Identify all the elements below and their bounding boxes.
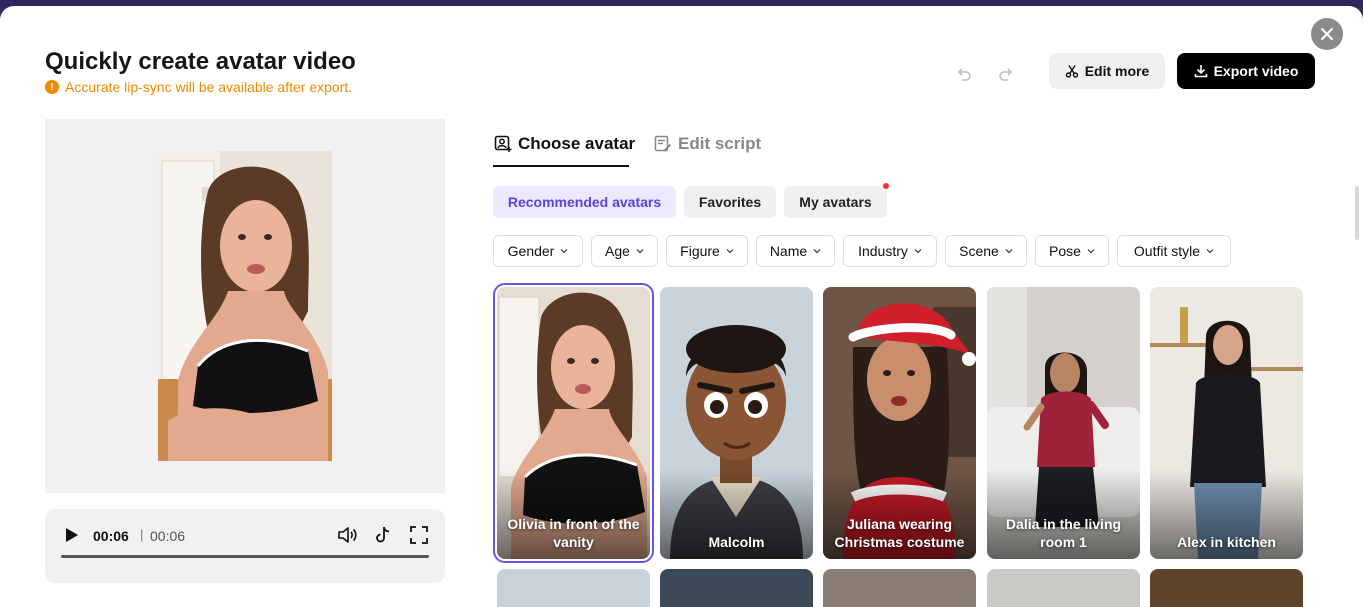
filter-industry[interactable]: Industry	[843, 235, 937, 267]
progress-bar[interactable]	[61, 555, 429, 558]
filter-label: Figure	[680, 243, 720, 259]
filter-name[interactable]: Name	[756, 235, 835, 267]
tiktok-icon	[376, 526, 390, 543]
tab-choose-avatar-label: Choose avatar	[518, 134, 636, 153]
volume-icon	[338, 527, 357, 543]
chevron-down-icon	[1005, 249, 1013, 254]
avatar-card-partial[interactable]	[987, 569, 1140, 607]
avatar-name: Malcolm	[708, 534, 765, 550]
filter-label: Pose	[1049, 243, 1081, 259]
chip-label: Favorites	[698, 194, 762, 210]
avatar-name: Olivia in front of the vanity	[507, 516, 640, 550]
avatar-preview-image	[158, 151, 332, 461]
undo-icon	[957, 68, 971, 81]
close-icon	[1321, 28, 1333, 40]
avatar-video-modal: Quickly create avatar video ! Accurate l…	[0, 6, 1363, 607]
chip-label: Recommended avatars	[507, 194, 662, 210]
redo-icon	[999, 68, 1013, 81]
chip-favorites[interactable]: Favorites	[684, 186, 776, 218]
chip-recommended-avatars[interactable]: Recommended avatars	[493, 186, 676, 218]
avatar-card-dalia[interactable]: Dalia in the living room 1	[987, 287, 1140, 559]
page-title: Quickly create avatar video	[45, 48, 356, 75]
filter-outfit-style[interactable]: Outfit style	[1117, 235, 1231, 267]
warning-icon: !	[45, 80, 59, 94]
scrollbar[interactable]	[1355, 186, 1359, 240]
avatar-card-olivia[interactable]: Olivia in front of the vanity	[493, 283, 654, 563]
script-edit-icon	[654, 135, 672, 152]
edit-more-label: Edit more	[1084, 63, 1150, 79]
total-time: 00:06	[150, 528, 186, 544]
filter-figure[interactable]: Figure	[666, 235, 748, 267]
current-time: 00:06	[93, 528, 129, 544]
avatar-name: Juliana wearing Christmas costume	[834, 516, 965, 550]
filter-gender[interactable]: Gender	[493, 235, 583, 267]
video-preview	[45, 119, 445, 493]
chevron-down-icon	[560, 249, 568, 254]
avatar-card-malcolm[interactable]: Malcolm	[660, 287, 813, 559]
chevron-down-icon	[1087, 249, 1095, 254]
avatar-name: Alex in kitchen	[1177, 534, 1276, 550]
fullscreen-button[interactable]	[407, 523, 431, 547]
export-video-label: Export video	[1213, 63, 1299, 79]
filter-pose[interactable]: Pose	[1035, 235, 1109, 267]
time-separator: |	[140, 527, 144, 542]
chevron-down-icon	[1206, 249, 1214, 254]
close-button[interactable]	[1311, 18, 1343, 50]
filter-label: Gender	[507, 243, 555, 259]
avatar-card-partial[interactable]	[497, 569, 650, 607]
filter-label: Outfit style	[1133, 243, 1201, 259]
tiktok-button[interactable]	[371, 523, 395, 547]
edit-more-button[interactable]: Edit more	[1049, 53, 1165, 89]
active-tab-indicator	[493, 165, 629, 167]
chevron-down-icon	[636, 249, 644, 254]
play-icon[interactable]	[65, 527, 79, 543]
filter-scene[interactable]: Scene	[945, 235, 1027, 267]
tab-edit-script[interactable]: Edit script	[654, 134, 761, 154]
chevron-down-icon	[726, 249, 734, 254]
fullscreen-icon	[410, 526, 428, 544]
undo-button[interactable]	[954, 64, 974, 84]
filter-label: Name	[769, 243, 808, 259]
filter-label: Industry	[858, 243, 908, 259]
chip-my-avatars[interactable]: My avatars	[784, 183, 889, 218]
filter-label: Scene	[959, 243, 999, 259]
download-icon	[1194, 65, 1207, 78]
redo-button[interactable]	[996, 64, 1016, 84]
avatar-name: Dalia in the living room 1	[1005, 516, 1122, 550]
scissors-icon	[1065, 65, 1078, 78]
export-video-button[interactable]: Export video	[1177, 53, 1315, 89]
tab-edit-script-label: Edit script	[678, 134, 762, 153]
lip-sync-warning: ! Accurate lip-sync will be available af…	[45, 79, 352, 95]
video-player-controls: 00:06 | 00:06	[45, 509, 445, 583]
tab-choose-avatar[interactable]: Choose avatar	[494, 134, 635, 154]
volume-button[interactable]	[335, 523, 359, 547]
avatar-card-juliana[interactable]: Juliana wearing Christmas costume	[823, 287, 976, 559]
chevron-down-icon	[813, 249, 821, 254]
chip-label: My avatars	[799, 194, 872, 210]
warning-text: Accurate lip-sync will be available afte…	[65, 79, 353, 95]
filter-label: Age	[605, 243, 630, 259]
chevron-down-icon	[914, 249, 922, 254]
avatar-card-partial[interactable]	[1150, 569, 1303, 607]
preview-video-frame	[158, 151, 332, 461]
avatar-add-icon	[494, 135, 512, 152]
avatar-card-partial[interactable]	[660, 569, 813, 607]
avatar-card-alex[interactable]: Alex in kitchen	[1150, 287, 1303, 559]
filter-age[interactable]: Age	[591, 235, 658, 267]
notification-dot	[883, 183, 889, 189]
avatar-card-partial[interactable]	[823, 569, 976, 607]
